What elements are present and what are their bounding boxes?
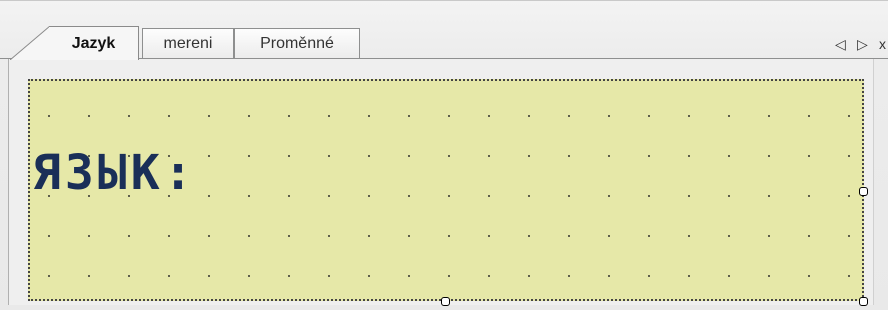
scroll-right-icon[interactable]: ▷	[857, 37, 868, 51]
tab-strip: Jazyk mereni Proměnné ◁ ▷ x	[0, 1, 888, 60]
resize-handle-bottom-right[interactable]	[859, 297, 868, 306]
tab-jazyk[interactable]: Jazyk	[49, 26, 139, 60]
tab-label: Jazyk	[71, 34, 116, 52]
tab-mereni[interactable]: mereni	[142, 28, 234, 58]
lcd-label: ЯЗЫК:	[32, 145, 197, 201]
tab-label: Proměnné	[260, 34, 334, 52]
active-tab-slant	[10, 26, 50, 60]
resize-handle-bottom[interactable]	[441, 297, 450, 306]
close-icon[interactable]: x	[879, 37, 886, 51]
resize-handle-right[interactable]	[859, 187, 868, 196]
tab-label: mereni	[163, 34, 213, 52]
tab-promenne[interactable]: Proměnné	[234, 28, 360, 58]
scroll-left-icon[interactable]: ◁	[835, 37, 846, 51]
designer-window: Jazyk mereni Proměnné ◁ ▷ x ЯЗЫК:	[0, 0, 888, 310]
